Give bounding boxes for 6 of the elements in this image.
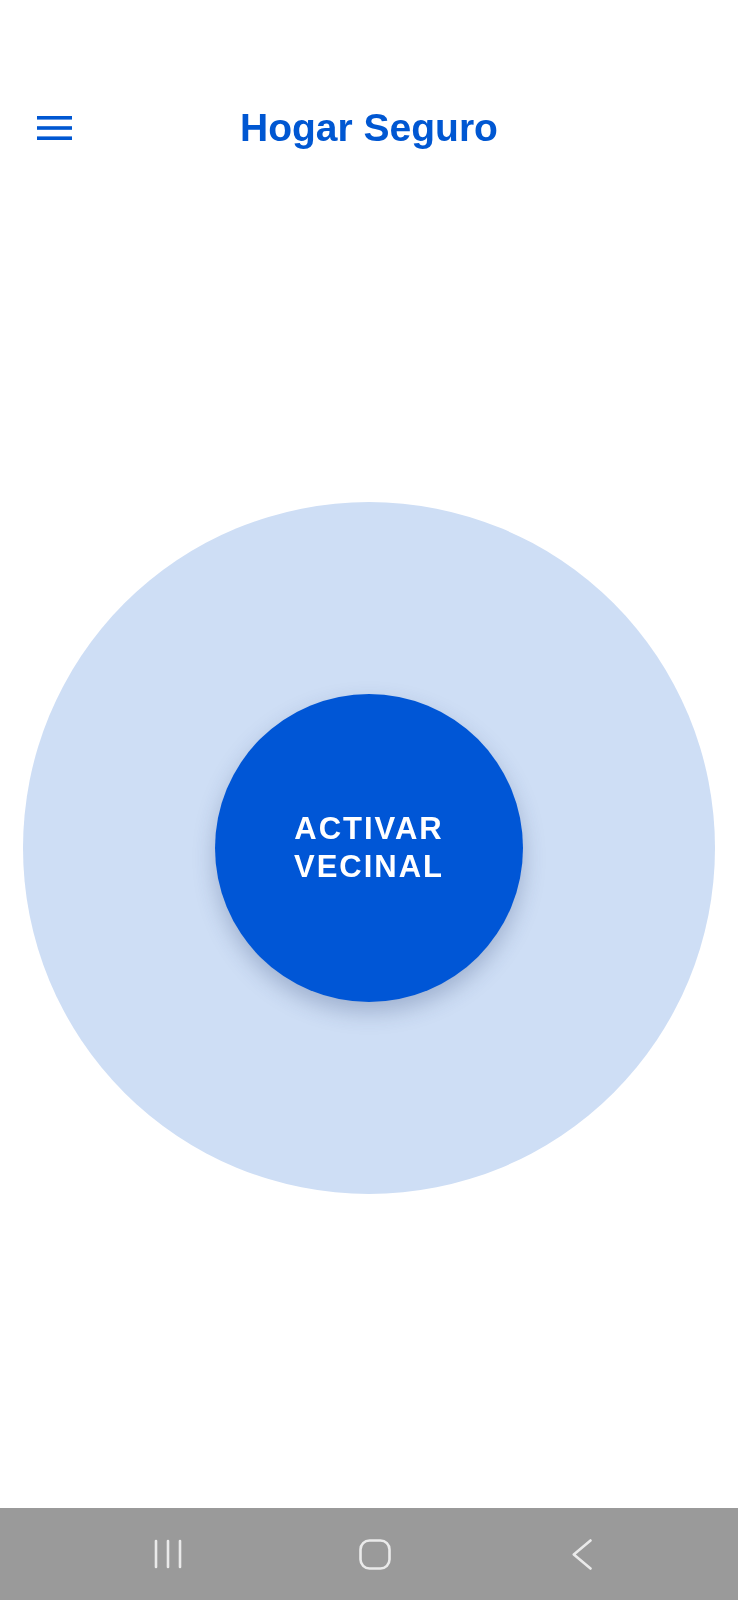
back-icon[interactable] xyxy=(571,1538,592,1570)
menu-icon[interactable] xyxy=(37,116,72,140)
home-icon[interactable] xyxy=(358,1538,391,1570)
app-title: Hogar Seguro xyxy=(240,105,498,151)
activate-button[interactable]: ACTIVAR VECINAL xyxy=(215,694,523,1002)
recent-apps-icon[interactable] xyxy=(153,1539,182,1569)
